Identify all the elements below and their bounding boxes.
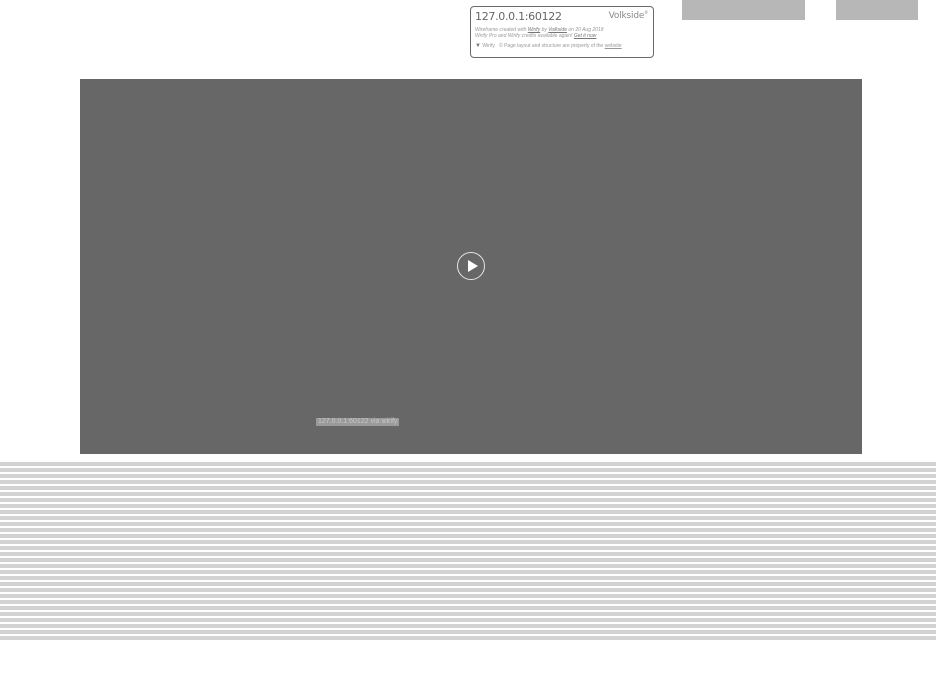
brand-label: Volkside xyxy=(608,11,645,21)
get-it-now-link[interactable]: Get it now xyxy=(574,33,597,39)
host-label: 127.0.0.1:60122 xyxy=(475,10,562,23)
placeholder-block xyxy=(682,0,805,20)
promo-text: Wirify Pro and Wirify credits available … xyxy=(475,33,574,39)
card-footer: ▼ Wirify © Page layout and structure are… xyxy=(475,43,622,49)
website-link[interactable]: website xyxy=(605,43,622,49)
placeholder-block xyxy=(836,0,918,20)
promo-line: Wirify Pro and Wirify credits available … xyxy=(475,33,596,39)
play-icon[interactable] xyxy=(457,252,485,280)
wirify-menu-label[interactable]: Wirify xyxy=(482,43,495,49)
video-player[interactable]: 127.0.0.1:60122 via wirify xyxy=(80,79,862,454)
copyright-text: © Page layout and structure are property… xyxy=(499,43,605,49)
text-placeholder-area xyxy=(0,462,936,642)
wireframe-info-card: 127.0.0.1:60122 Volkside® Wireframe crea… xyxy=(470,6,654,58)
video-caption: 127.0.0.1:60122 via wirify xyxy=(316,418,400,426)
volkside-logo[interactable]: Volkside® xyxy=(608,10,649,21)
triangle-down-icon[interactable]: ▼ xyxy=(475,43,481,49)
